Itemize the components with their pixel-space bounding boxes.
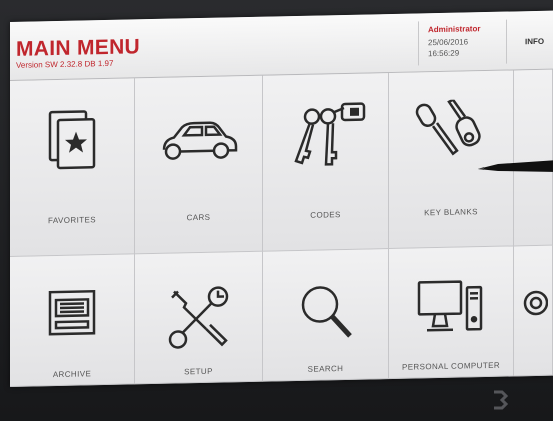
menu-item-label: FAVORITES <box>48 215 96 226</box>
touch-screen: MAIN MENU Version SW 2.32.8 DB 1.97 Admi… <box>10 10 553 388</box>
menu-item-personal-computer[interactable]: PERSONAL COMPUTER <box>389 246 514 380</box>
menu-item-label: CODES <box>310 210 341 220</box>
user-name: Administrator <box>428 24 481 35</box>
menu-item-label: KEY BLANKS <box>424 207 478 218</box>
page-title: MAIN MENU <box>16 35 141 61</box>
key-blanks-icon <box>389 98 513 161</box>
car-icon <box>135 104 262 171</box>
version-text: Version SW 2.32.8 DB 1.97 <box>16 58 114 70</box>
menu-item-label: ARCHIVE <box>52 369 92 380</box>
menu-item-label: CARS <box>186 212 211 223</box>
favorites-icon <box>10 106 134 173</box>
menu-item-search[interactable]: SEARCH <box>263 249 389 382</box>
menu-item-codes[interactable]: CODES <box>263 73 389 252</box>
header-divider <box>418 21 419 66</box>
magnifier-icon <box>263 279 388 346</box>
menu-item-label: SETUP <box>184 366 213 377</box>
info-button[interactable]: INFO <box>525 37 544 46</box>
device-logo-icon <box>494 390 509 410</box>
menu-item-favorites[interactable]: FAVORITES <box>10 78 135 257</box>
menu-item-power[interactable] <box>514 245 553 377</box>
power-icon <box>514 288 552 319</box>
archive-tray-icon <box>10 284 134 343</box>
stylus-pen <box>478 160 553 172</box>
tools-icon <box>135 282 262 355</box>
menu-item-cars[interactable]: CARS <box>135 75 263 255</box>
computer-icon <box>389 276 513 341</box>
menu-item-archive[interactable]: ARCHIVE <box>10 254 135 387</box>
keys-tag-icon <box>263 101 388 174</box>
menu-item-label: PERSONAL COMPUTER <box>401 360 501 372</box>
date-text: 25/06/2016 <box>428 37 469 48</box>
menu-grid: FAVORITES CARS CODES KEY BLANKS ARCHIVE … <box>10 69 553 387</box>
menu-item-label: SEARCH <box>307 364 344 374</box>
menu-item-setup[interactable]: SETUP <box>135 251 263 385</box>
menu-item-partial[interactable] <box>514 69 553 247</box>
time-text: 16:56:29 <box>428 48 460 59</box>
header-divider <box>506 19 507 64</box>
